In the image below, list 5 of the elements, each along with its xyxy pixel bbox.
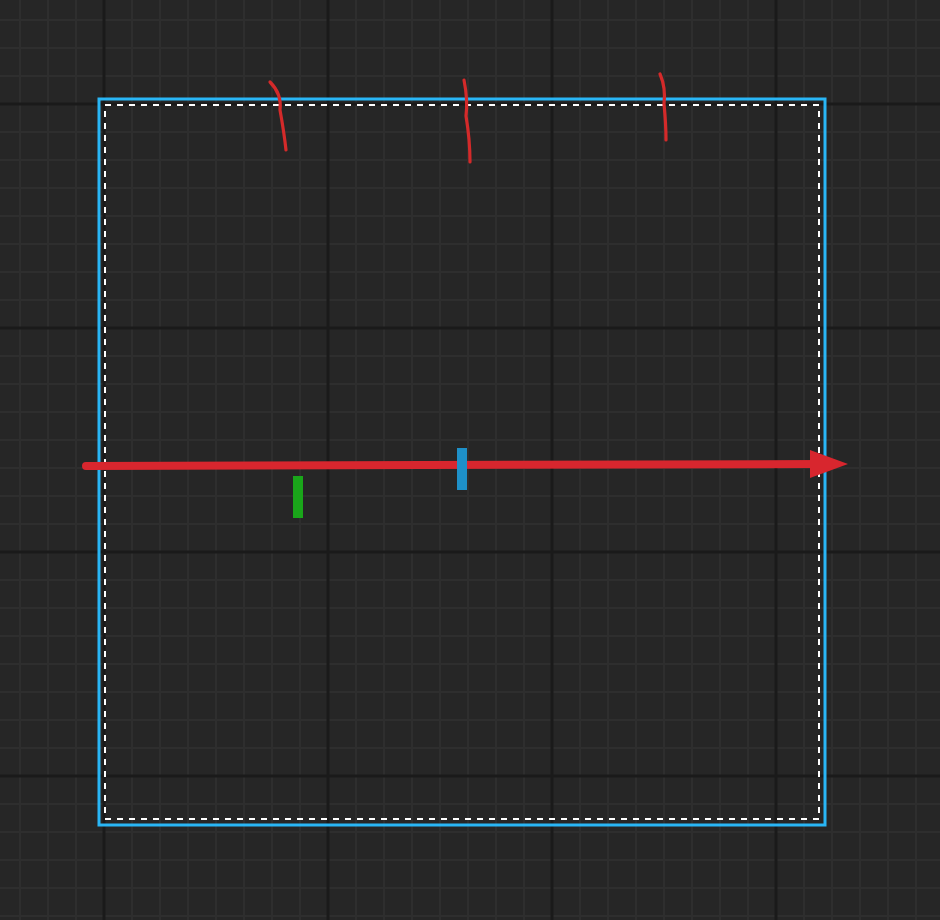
selection-frame[interactable]	[97, 97, 827, 827]
pen-stroke	[268, 80, 288, 152]
pen-stroke	[462, 78, 472, 164]
pen-stroke	[658, 72, 668, 142]
arrow[interactable]	[82, 450, 848, 478]
